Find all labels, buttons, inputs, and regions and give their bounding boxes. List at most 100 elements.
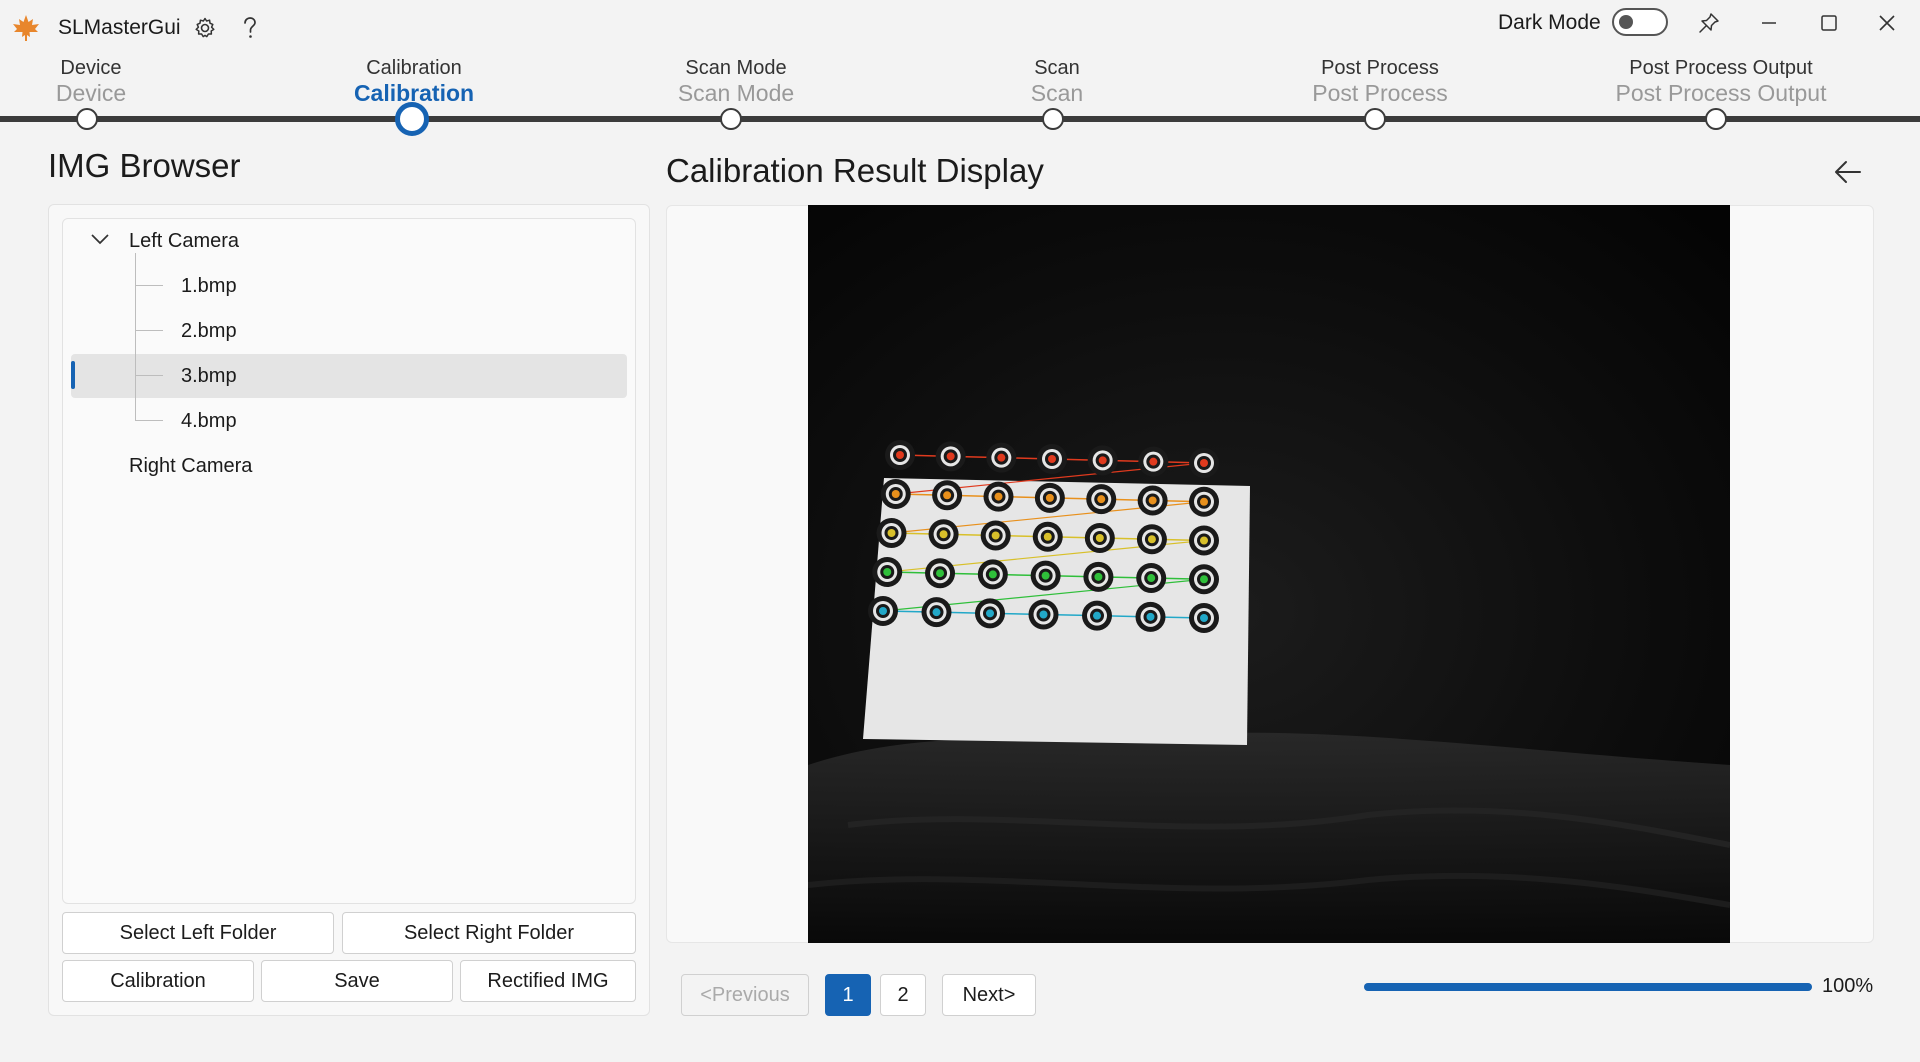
step-title: Post Process [1321, 57, 1439, 79]
calibration-target [986, 442, 1017, 473]
calibration-target [980, 520, 1011, 551]
calibration-target [1086, 484, 1117, 515]
calibration-target [1082, 600, 1112, 631]
step-dot-post-process-output[interactable] [1705, 108, 1727, 130]
tree-node-left-camera[interactable]: Left Camera [71, 219, 627, 263]
arrow-left-icon[interactable] [1832, 156, 1864, 188]
calibration-target [1028, 599, 1059, 630]
tree-guide-line [135, 375, 163, 376]
calibration-target [925, 558, 956, 589]
title-bar: SLMasterGui Dark Mode [0, 0, 1920, 56]
step-post-process[interactable]: Post Process Post Process [1312, 56, 1448, 106]
tree-guide-line [135, 253, 136, 421]
tree-node-file-selected[interactable]: 3.bmp [71, 354, 627, 398]
calibration-target [1083, 561, 1114, 592]
calibration-target [932, 480, 963, 511]
calibration-target [1032, 521, 1063, 552]
tree-node-label: 2.bmp [181, 319, 237, 342]
calibration-target [1189, 486, 1219, 517]
save-button[interactable]: Save [261, 960, 453, 1002]
tree-node-file[interactable]: 1.bmp [71, 264, 627, 308]
calibration-target [1087, 445, 1118, 476]
chevron-down-icon[interactable] [90, 229, 110, 249]
img-browser-title: IMG Browser [48, 147, 241, 184]
calibration-target [1084, 523, 1115, 553]
maximize-icon [1821, 15, 1837, 31]
calibration-target [868, 596, 898, 626]
tree-node-label: 4.bmp [181, 409, 237, 432]
step-title: Scan [1034, 57, 1080, 79]
page-1-button[interactable]: 1 [825, 974, 871, 1016]
previous-page-button[interactable]: <Previous [681, 974, 809, 1016]
close-icon [1879, 15, 1895, 31]
step-subtitle: Scan Mode [677, 80, 795, 106]
progress-bar [1364, 983, 1812, 991]
step-dot-post-process[interactable] [1364, 108, 1386, 130]
tree-guide-line [135, 330, 163, 331]
calibration-target [921, 597, 952, 628]
step-device[interactable]: Device Device [56, 56, 126, 106]
minimize-button[interactable] [1746, 6, 1792, 40]
step-title: Post Process Output [1629, 57, 1813, 79]
calibration-target [1189, 564, 1219, 595]
question-icon[interactable] [234, 12, 266, 44]
calibration-target [872, 557, 903, 587]
calibration-target [1136, 524, 1167, 555]
step-dot-device[interactable] [76, 108, 98, 130]
tree-node-label: 3.bmp [181, 364, 237, 387]
process-stepper: Device Device Calibration Calibration Sc… [0, 56, 1920, 136]
close-button[interactable] [1864, 6, 1910, 40]
calibration-button[interactable]: Calibration [62, 960, 254, 1002]
pin-icon[interactable] [1686, 6, 1732, 40]
calibration-target [1138, 446, 1169, 477]
file-tree: Left Camera 1.bmp 2.bmp 3.bmp 4.bmp Righ… [62, 218, 636, 904]
step-post-process-output[interactable]: Post Process Output Post Process Output [1616, 56, 1827, 106]
calibration-target [1034, 482, 1065, 513]
maximize-button[interactable] [1806, 6, 1852, 40]
toggle-knob [1619, 15, 1633, 29]
minimize-icon [1762, 22, 1776, 24]
calibration-target [975, 598, 1005, 629]
tree-node-file[interactable]: 2.bmp [71, 309, 627, 353]
step-title: Scan Mode [685, 57, 787, 79]
next-page-button[interactable]: Next> [942, 974, 1036, 1016]
calibration-target [1135, 601, 1166, 632]
maple-leaf-icon [13, 15, 39, 41]
tree-node-label: Right Camera [129, 454, 253, 477]
calibration-target [1189, 603, 1219, 633]
step-dot-scan[interactable] [1042, 108, 1064, 130]
display-title: Calibration Result Display [666, 152, 1044, 189]
tree-node-right-camera[interactable]: Right Camera [71, 444, 627, 488]
page-2-button[interactable]: 2 [880, 974, 926, 1016]
select-right-folder-button[interactable]: Select Right Folder [342, 912, 636, 954]
calibration-target [1136, 563, 1167, 594]
calibration-image [808, 205, 1730, 943]
tree-node-label: Left Camera [129, 229, 240, 252]
tree-guide-line [135, 420, 163, 421]
step-dot-calibration[interactable] [395, 102, 429, 136]
calibration-target [885, 440, 915, 470]
step-dot-scan-mode[interactable] [720, 108, 742, 130]
step-subtitle: Post Process Output [1615, 80, 1827, 106]
step-scan-mode[interactable]: Scan Mode Scan Mode [678, 56, 794, 106]
calibration-target [1189, 525, 1219, 556]
progress-label: 100% [1822, 975, 1874, 997]
calibration-target [876, 518, 907, 548]
selection-indicator [71, 361, 75, 389]
calibration-target [880, 479, 911, 509]
step-subtitle: Device [55, 80, 127, 106]
calibration-target [1037, 444, 1067, 474]
step-subtitle: Post Process [1312, 80, 1448, 106]
step-calibration[interactable]: Calibration Calibration [354, 56, 474, 106]
calibration-target [1189, 448, 1219, 478]
rectified-img-button[interactable]: Rectified IMG [460, 960, 636, 1002]
dark-mode-toggle[interactable] [1612, 8, 1668, 36]
tree-node-file[interactable]: 4.bmp [71, 399, 627, 443]
step-subtitle: Scan [1030, 80, 1084, 106]
gear-icon[interactable] [189, 12, 221, 44]
select-left-folder-button[interactable]: Select Left Folder [62, 912, 334, 954]
step-scan[interactable]: Scan Scan [1031, 56, 1083, 106]
stepper-track [0, 116, 1920, 122]
tree-guide-line [135, 285, 163, 286]
dark-mode-label: Dark Mode [1498, 11, 1601, 34]
